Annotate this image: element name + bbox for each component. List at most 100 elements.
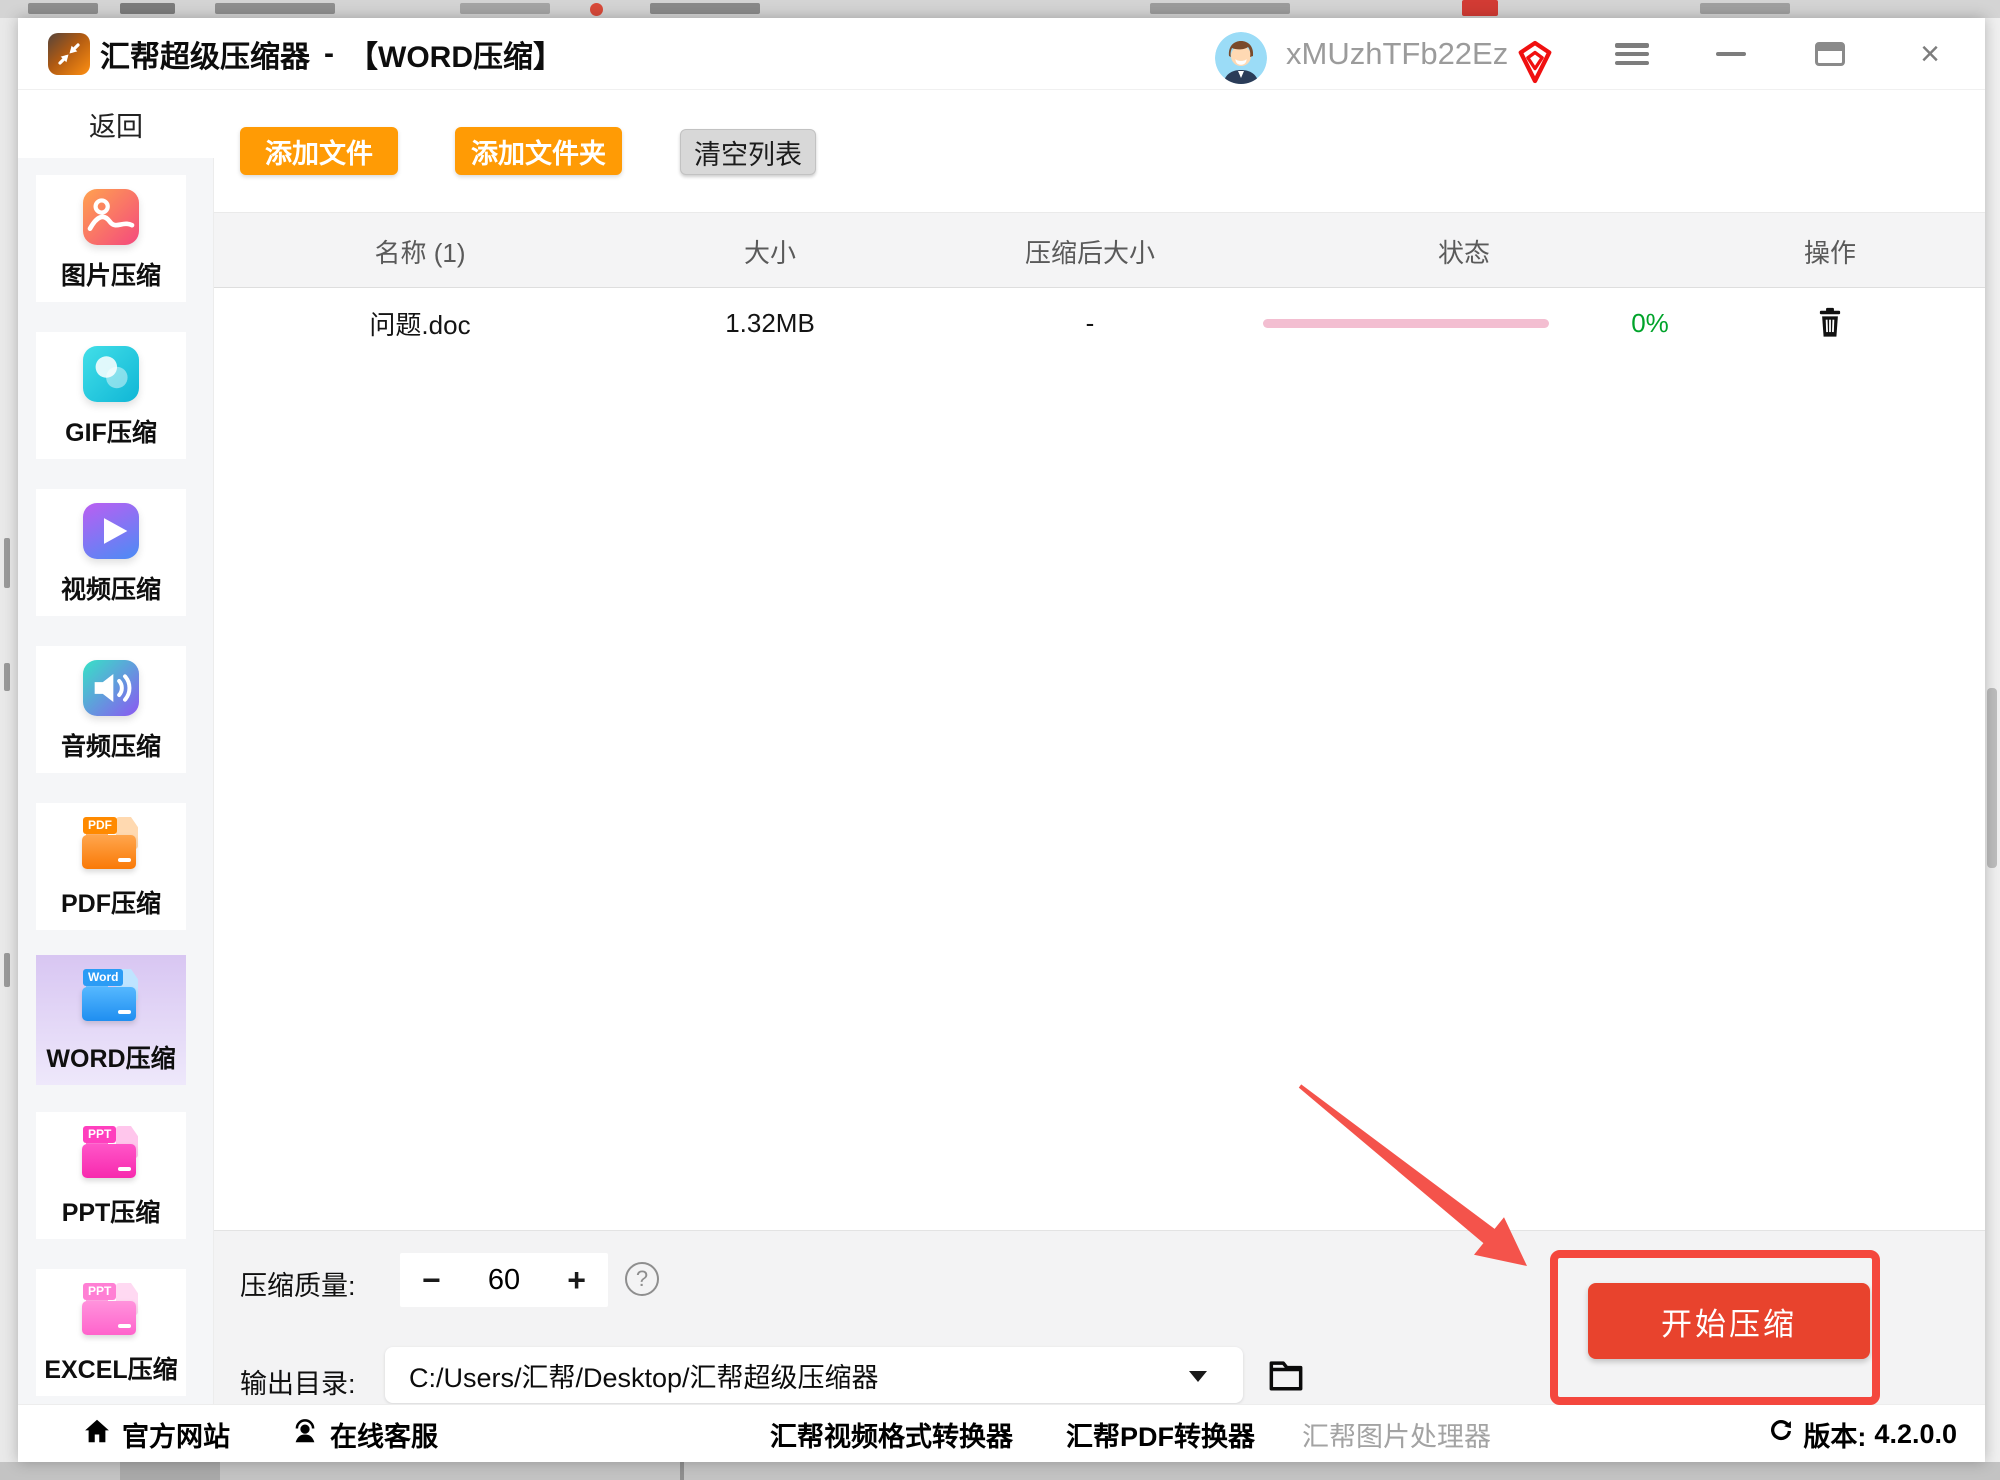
official-site-link[interactable]: 官方网站 [82, 1405, 230, 1463]
background-right-strip [1985, 18, 2000, 1462]
sidebar-item-word-compress[interactable]: Word WORD压缩 [36, 955, 186, 1085]
background-bottom-strip [0, 1462, 2000, 1480]
settings-panel: 压缩质量: − 60 + ? 输出目录: C:/Users/汇帮/Desktop… [214, 1230, 1985, 1404]
table-row: 问题.doc 1.32MB - 0% [214, 288, 1985, 358]
maximize-icon[interactable] [1802, 18, 1858, 90]
progress-bar [1263, 319, 1549, 328]
help-icon[interactable]: ? [625, 1262, 659, 1296]
refresh-icon[interactable] [1767, 1417, 1795, 1452]
background-scrollbar-thumb [1987, 688, 1997, 868]
sidebar-item-excel-compress[interactable]: PPT EXCEL压缩 [36, 1269, 186, 1396]
column-header-size: 大小 [743, 237, 797, 268]
background-block [120, 1462, 220, 1480]
background-red-dot [590, 3, 603, 16]
vip-badge-icon[interactable] [1516, 40, 1554, 84]
progress-percent: 0% [1631, 307, 1669, 338]
footer-link-label: 汇帮视频格式转换器 [770, 1421, 1013, 1452]
footer-link-label: 汇帮图片处理器 [1302, 1421, 1491, 1452]
audio-compress-icon [83, 660, 139, 716]
clear-list-button[interactable]: 清空列表 [680, 129, 816, 175]
background-fragment [460, 3, 550, 14]
word-badge: Word [83, 969, 124, 987]
browse-folder-icon[interactable] [1264, 1351, 1308, 1399]
quality-plus-button[interactable]: + [567, 1264, 586, 1296]
sidebar-item-gif-compress[interactable]: GIF压缩 [36, 332, 186, 459]
output-dir-label: 输出目录: [240, 1369, 356, 1399]
sidebar-item-video-compress[interactable]: 视频压缩 [36, 489, 186, 616]
background-red-fragment [1462, 0, 1498, 16]
video-compress-icon [83, 503, 139, 559]
ppt-badge: PPT [83, 1126, 117, 1144]
sidebar-item-ppt-compress[interactable]: PPT PPT压缩 [36, 1112, 186, 1239]
app-window: 汇帮超级压缩器 - 【WORD压缩】 xMUzhTFb22Ez × 返回 图片压… [18, 18, 1985, 1462]
app-logo-icon [48, 33, 90, 75]
add-file-button[interactable]: 添加文件 [240, 127, 398, 175]
quality-minus-button[interactable]: − [422, 1264, 441, 1296]
file-size: 1.32MB [725, 307, 815, 338]
sidebar-item-label: PDF压缩 [60, 890, 161, 918]
column-header-compressed-size: 压缩后大小 [1024, 237, 1156, 268]
image-compress-icon [83, 189, 139, 245]
footer-link-label: 汇帮PDF转换器 [1066, 1421, 1255, 1452]
quality-label: 压缩质量: [240, 1271, 356, 1301]
sidebar-item-image-compress[interactable]: 图片压缩 [36, 175, 186, 302]
titlebar: 汇帮超级压缩器 - 【WORD压缩】 xMUzhTFb22Ez × [18, 18, 1985, 90]
background-fragment [650, 3, 760, 14]
sidebar-item-audio-compress[interactable]: 音频压缩 [36, 646, 186, 773]
dropdown-arrow-icon [1189, 1371, 1207, 1382]
version-info: 版本: 4.2.0.0 [1767, 1405, 1957, 1463]
output-dir-path: C:/Users/汇帮/Desktop/汇帮超级压缩器 [409, 1362, 879, 1393]
image-processor-link[interactable]: 汇帮图片处理器 [1302, 1405, 1491, 1463]
excel-folder-icon: PPT [82, 1283, 140, 1335]
version-label: 版本: [1803, 1421, 1867, 1452]
quality-stepper: − 60 + [400, 1253, 608, 1307]
online-support-link[interactable]: 在线客服 [290, 1405, 438, 1463]
trash-icon[interactable] [1817, 306, 1844, 339]
pdf-badge: PDF [83, 817, 117, 835]
title-separator: - [324, 37, 334, 70]
home-icon [82, 1416, 112, 1453]
output-dir-dropdown[interactable]: C:/Users/汇帮/Desktop/汇帮超级压缩器 [385, 1347, 1243, 1403]
sidebar-item-pdf-compress[interactable]: PDF PDF压缩 [36, 803, 186, 930]
file-name: 问题.doc [369, 309, 471, 340]
footer-link-label: 官方网站 [122, 1421, 230, 1452]
pdf-converter-link[interactable]: 汇帮PDF转换器 [1066, 1405, 1255, 1463]
column-header-name: 名称 (1) [374, 237, 466, 268]
username[interactable]: xMUzhTFb22Ez [1286, 18, 1508, 90]
app-name: 汇帮超级压缩器 [100, 41, 310, 74]
background-left-strip [0, 18, 18, 1462]
footer-link-label: 在线客服 [330, 1421, 438, 1452]
menu-icon[interactable] [1604, 18, 1660, 90]
background-block [680, 1462, 684, 1480]
excel-badge: PPT [83, 1283, 117, 1301]
sidebar-item-label: PPT压缩 [61, 1199, 161, 1227]
ppt-folder-icon: PPT [82, 1126, 140, 1178]
background-mark [4, 953, 10, 987]
pdf-folder-icon: PDF [82, 817, 140, 869]
background-fragment [1700, 3, 1790, 14]
quality-value: 60 [487, 1263, 521, 1296]
background-fragment [120, 3, 175, 14]
background-mark [4, 538, 10, 588]
video-converter-link[interactable]: 汇帮视频格式转换器 [770, 1405, 1013, 1463]
window-title: 汇帮超级压缩器 - 【WORD压缩】 [100, 18, 563, 90]
sidebar-item-label: EXCEL压缩 [44, 1356, 178, 1384]
background-fragment [1150, 3, 1290, 14]
avatar[interactable] [1215, 32, 1267, 84]
close-icon[interactable]: × [1902, 18, 1958, 90]
back-button[interactable]: 返回 [18, 90, 214, 158]
sidebar-item-label: GIF压缩 [65, 419, 157, 447]
start-compress-button[interactable]: 开始压缩 [1588, 1283, 1870, 1359]
add-folder-button[interactable]: 添加文件夹 [455, 127, 622, 175]
sidebar-item-label: 图片压缩 [60, 262, 161, 290]
support-icon [290, 1416, 320, 1453]
column-header-status: 状态 [1437, 237, 1491, 268]
table-header: 名称 (1) 大小 压缩后大小 状态 操作 [214, 212, 1985, 288]
compressed-size: - [1085, 307, 1095, 338]
minimize-icon[interactable] [1703, 18, 1759, 90]
main-area: 添加文件 添加文件夹 清空列表 名称 (1) 大小 压缩后大小 状态 操作 问题… [214, 90, 1985, 1404]
mode-title: 【WORD压缩】 [348, 41, 563, 74]
footer: 官方网站 在线客服 汇帮视频格式转换器 汇帮PDF转换器 汇帮图片处理器 版本:… [18, 1404, 1985, 1462]
sidebar-item-label: 视频压缩 [60, 576, 161, 604]
background-fragment [215, 3, 335, 14]
